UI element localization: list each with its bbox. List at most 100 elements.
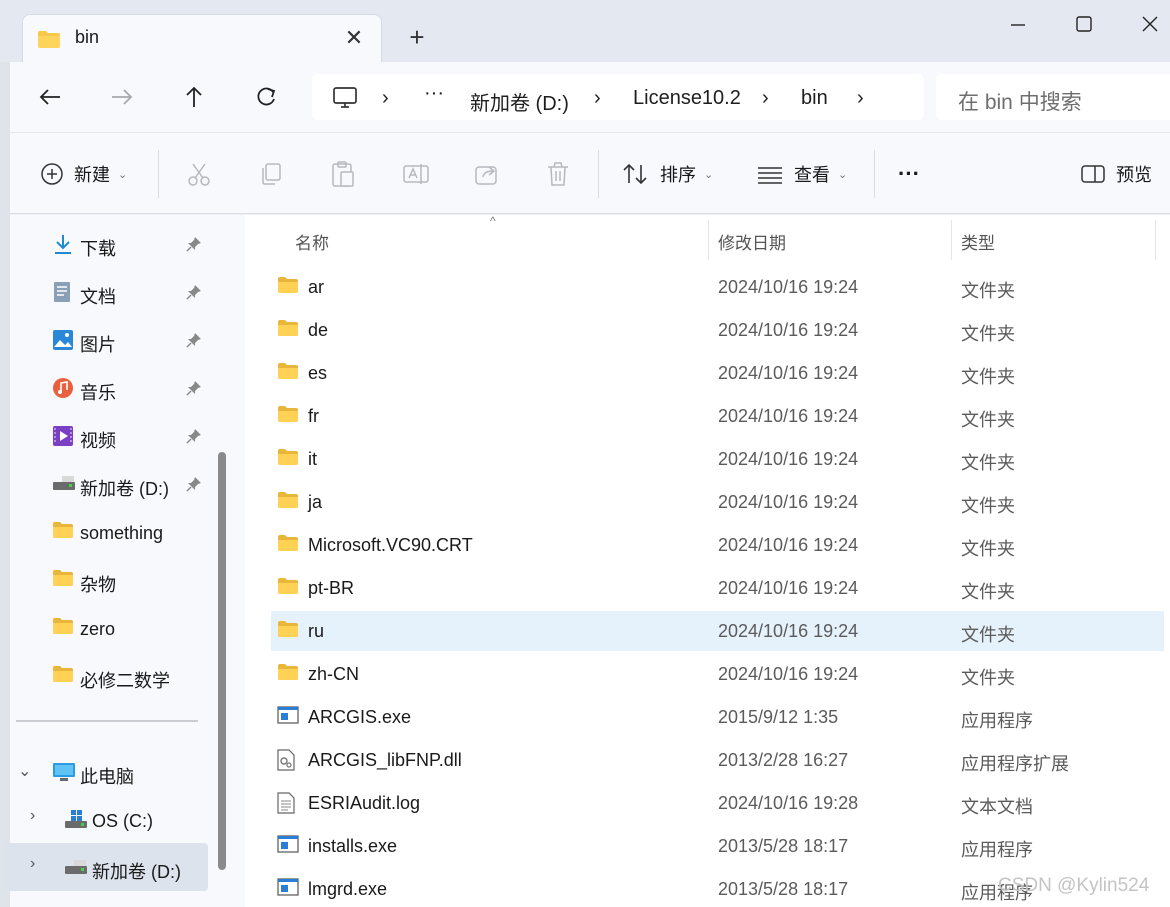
close-window-button[interactable] [1130,8,1170,40]
pin-icon[interactable] [186,236,202,257]
table-row[interactable]: es 2024/10/16 19:24 文件夹 [271,353,1164,393]
back-button[interactable] [32,82,68,112]
new-button[interactable]: 新建 ⌄ [40,158,127,190]
drive-icon [64,857,88,882]
column-separator[interactable] [951,220,952,260]
pin-icon[interactable] [186,380,202,401]
table-row[interactable]: ESRIAudit.log 2024/10/16 19:28 文本文档 [271,783,1164,823]
sidebar-item[interactable]: zero [0,605,218,649]
preview-button[interactable]: 预览 [1080,158,1152,190]
pin-icon[interactable] [186,332,202,353]
sidebar-scrollbar[interactable] [218,452,226,870]
new-tab-button[interactable]: + [400,22,434,52]
table-row[interactable]: it 2024/10/16 19:24 文件夹 [271,439,1164,479]
breadcrumb-bin[interactable]: bin [801,87,828,110]
rename-button[interactable] [402,158,430,190]
file-date: 2024/10/16 19:24 [718,449,859,469]
table-row[interactable]: de 2024/10/16 19:24 文件夹 [271,310,1164,350]
chevron-right-icon[interactable]: › [382,87,389,110]
file-name: ru [308,621,325,641]
file-date: 2013/2/28 16:27 [718,750,849,770]
sidebar-item[interactable]: 下载 [0,221,218,265]
folder-icon [277,620,299,643]
table-row[interactable]: fr 2024/10/16 19:24 文件夹 [271,396,1164,436]
sidebar-item[interactable]: something [0,509,218,553]
breadcrumb-drive[interactable]: 新加卷 (D:) [470,87,569,116]
tab-close-button[interactable]: ✕ [341,25,367,51]
file-date: 2024/10/16 19:24 [718,578,859,598]
file-name: ARCGIS_libFNP.dll [308,750,462,770]
chevron-down-icon[interactable]: ⌄ [18,761,31,781]
table-row[interactable]: ARCGIS.exe 2015/9/12 1:35 应用程序 [271,697,1164,737]
share-button[interactable] [474,158,500,190]
table-row[interactable]: zh-CN 2024/10/16 19:24 文件夹 [271,654,1164,694]
rename-icon [403,164,429,184]
sidebar-item[interactable]: 视频 [0,413,218,457]
breadcrumb-overflow[interactable]: ··· [424,82,444,105]
search-box[interactable]: 在 bin 中搜索 [936,74,1170,120]
new-label: 新建 [74,165,110,185]
maximize-button[interactable] [1064,8,1104,40]
column-header-type[interactable]: 类型 [961,229,995,254]
table-row-selected[interactable]: ru 2024/10/16 19:24 文件夹 [271,611,1164,651]
chevron-right-icon[interactable]: › [857,87,864,110]
tab-title: bin [75,27,100,47]
music-icon [52,377,74,404]
folder-icon [277,319,299,342]
more-options-button[interactable]: ··· [898,158,920,190]
pin-icon[interactable] [186,284,202,305]
column-separator[interactable] [1155,220,1156,260]
sort-button[interactable]: 排序 ⌄ [622,158,713,190]
sidebar-item[interactable]: 音乐 [0,365,218,409]
refresh-button[interactable] [248,82,284,112]
chevron-down-icon: ⌄ [118,168,128,181]
chevron-right-icon[interactable]: › [30,855,35,873]
table-row[interactable]: pt-BR 2024/10/16 19:24 文件夹 [271,568,1164,608]
paste-button[interactable] [330,158,356,190]
up-button[interactable] [176,82,212,112]
table-row[interactable]: Microsoft.VC90.CRT 2024/10/16 19:24 文件夹 [271,525,1164,565]
delete-button[interactable] [546,158,570,190]
chevron-right-icon[interactable]: › [30,807,35,825]
search-input[interactable]: 在 bin 中搜索 [958,86,1082,116]
file-type: 应用程序 [961,840,1033,860]
address-bar[interactable]: › ··· 新加卷 (D:) › License10.2 › bin › [312,74,924,120]
tab-bin[interactable]: bin ✕ [22,14,382,62]
chevron-right-icon[interactable]: › [762,87,769,110]
sidebar-item[interactable]: 杂物 [0,557,218,601]
file-date: 2024/10/16 19:24 [718,535,859,555]
breadcrumb-license[interactable]: License10.2 [633,87,741,110]
table-row[interactable]: ar 2024/10/16 19:24 文件夹 [271,267,1164,307]
pin-icon[interactable] [186,428,202,449]
file-type: 文件夹 [961,281,1015,301]
column-separator[interactable] [708,220,709,260]
chevron-right-icon[interactable]: › [594,87,601,110]
column-header-name[interactable]: 名称 [295,229,329,254]
view-button[interactable]: 查看 ⌄ [756,158,847,190]
file-type: 文件夹 [961,496,1015,516]
sidebar-label: 新加卷 (D:) [92,862,181,882]
pin-icon[interactable] [186,476,202,497]
download-icon [52,233,74,260]
sidebar-label: 文档 [80,287,116,307]
file-name: zh-CN [308,664,360,684]
sidebar-item-os-c[interactable]: › OS (C:) [0,797,218,841]
file-name: it [308,449,317,469]
copy-button[interactable] [258,158,284,190]
sidebar-item[interactable]: 必修二数学 [0,653,218,697]
sidebar-item-new-volume-d-selected[interactable]: › 新加卷 (D:) [4,843,208,891]
table-row[interactable]: ARCGIS_libFNP.dll 2013/2/28 16:27 应用程序扩展 [271,740,1164,780]
table-row[interactable]: ja 2024/10/16 19:24 文件夹 [271,482,1164,522]
sidebar-item-this-pc[interactable]: ⌄ 此电脑 [0,749,218,793]
column-header-date[interactable]: 修改日期 [718,229,786,254]
table-row[interactable]: installs.exe 2013/5/28 18:17 应用程序 [271,826,1164,866]
paste-icon [332,161,354,187]
forward-button[interactable] [104,82,140,112]
sidebar-item[interactable]: 文档 [0,269,218,313]
sidebar-item[interactable]: 图片 [0,317,218,361]
folder-icon [37,29,61,54]
minimize-button[interactable] [998,8,1038,40]
sidebar-item[interactable]: 新加卷 (D:) [0,461,218,505]
cut-button[interactable] [186,158,212,190]
drive-icon [52,473,76,498]
